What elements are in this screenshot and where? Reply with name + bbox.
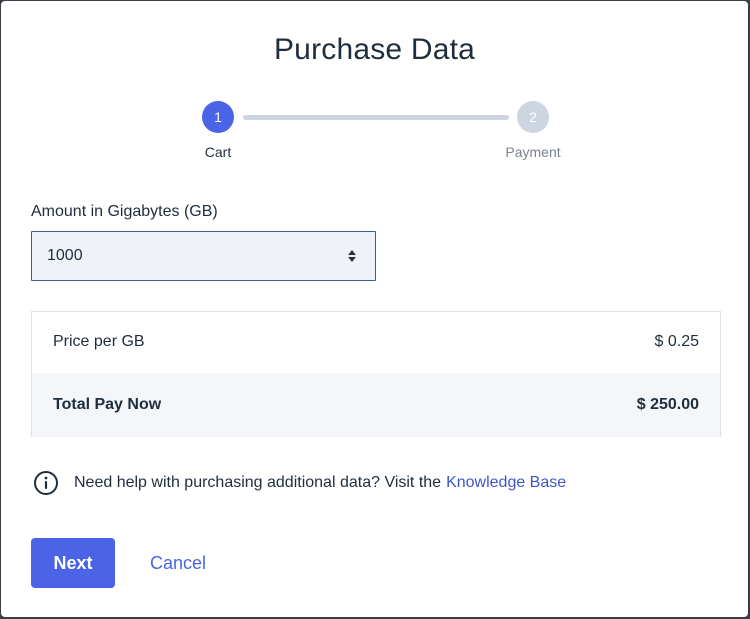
dialog-title: Purchase Data (273, 33, 476, 66)
step-2-label: Payment (505, 144, 561, 160)
amount-label: Amount in Gigabytes (GB) (31, 203, 218, 220)
pricing-summary: Price per GB $ 0.25 Total Pay Now $ 250.… (31, 311, 721, 437)
cancel-button[interactable]: Cancel (138, 538, 218, 588)
stepper-progress-line (243, 115, 509, 120)
price-per-gb-value: $ 0.25 (654, 333, 699, 350)
price-per-gb-label: Price per GB (53, 333, 145, 350)
purchase-data-dialog: Purchase Data 1 2 Cart Payment Amount in… (1, 1, 748, 617)
amount-input[interactable] (32, 232, 375, 280)
price-per-gb-row: Price per GB $ 0.25 (32, 312, 720, 372)
info-circle-icon (34, 471, 58, 495)
number-spinner[interactable] (347, 248, 357, 264)
help-text: Need help with purchasing additional dat… (74, 474, 442, 491)
spinner-down-icon[interactable] (348, 257, 356, 262)
next-button[interactable]: Next (31, 538, 115, 588)
spinner-up-icon[interactable] (348, 250, 356, 255)
amount-field (31, 231, 376, 281)
total-row: Total Pay Now $ 250.00 (32, 373, 720, 437)
step-1-label: Cart (204, 144, 232, 160)
total-value: $ 250.00 (636, 396, 699, 413)
step-1-indicator: 1 (202, 101, 234, 133)
step-2-indicator: 2 (517, 101, 549, 133)
knowledge-base-link[interactable]: Knowledge Base (446, 474, 566, 492)
help-line: Need help with purchasing additional dat… (33, 470, 566, 496)
total-label: Total Pay Now (53, 396, 162, 413)
